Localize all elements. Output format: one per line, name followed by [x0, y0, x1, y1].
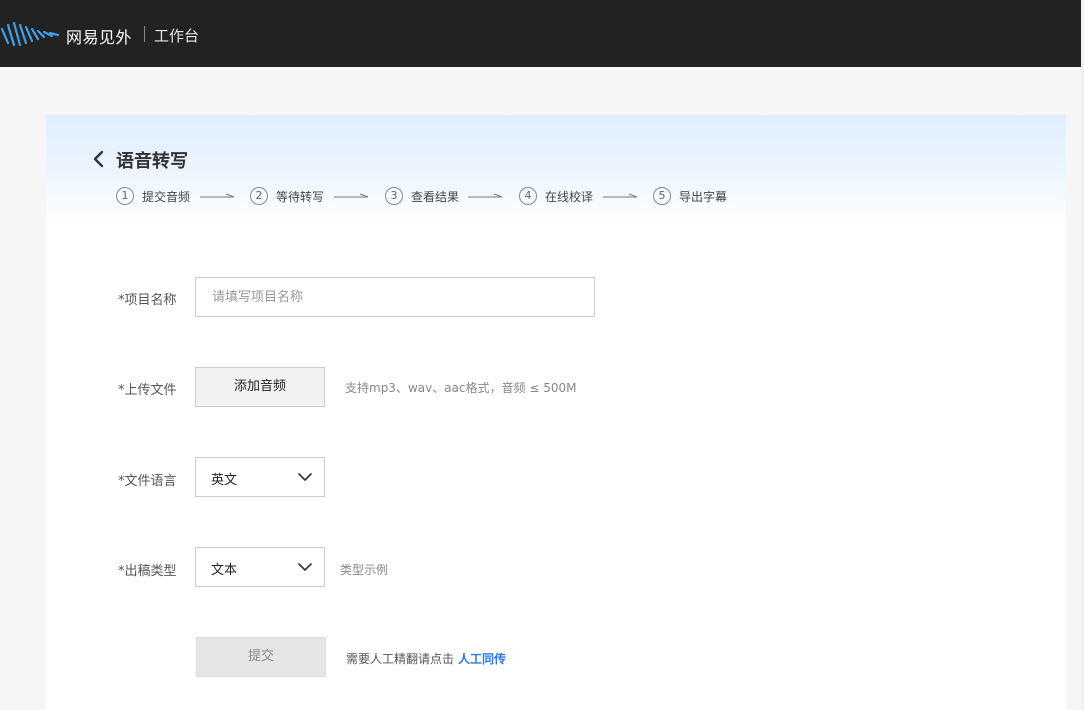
step-label: 等待转写 — [276, 190, 325, 204]
step-arrow-icon — [468, 193, 503, 198]
language-select[interactable]: 英文 — [195, 457, 325, 497]
chevron-down-icon — [298, 563, 312, 571]
step-label: 导出字幕 — [679, 190, 728, 204]
chevron-down-icon — [298, 473, 312, 481]
step-arrow-icon — [334, 193, 369, 198]
main-panel: 语音转写 1 提交音频 2 等待转写 3 查看结果 4 在线校译 5 导出字幕 … — [46, 115, 1066, 710]
step-number: 3 — [385, 187, 403, 205]
project-name-input[interactable] — [195, 277, 595, 317]
brand-name[interactable]: 网易见外 — [66, 24, 132, 48]
step-number: 2 — [250, 187, 268, 205]
back-arrow-icon[interactable] — [90, 149, 106, 169]
output-type-label: *出稿类型 — [118, 564, 177, 579]
wave-logo-icon[interactable] — [0, 19, 60, 49]
brand-divider — [144, 26, 145, 42]
human-interpretation-link[interactable]: 人工同传 — [458, 652, 506, 666]
step-label: 在线校译 — [545, 190, 594, 204]
top-navigation-bar: 网易见外 工作台 — [0, 0, 1081, 67]
output-type-select-value: 文本 — [211, 563, 238, 578]
upload-format-hint: 支持mp3、wav、aac格式，音频 ≤ 500M — [345, 381, 577, 395]
add-audio-button[interactable]: 添加音频 — [195, 367, 325, 407]
upload-file-label: *上传文件 — [118, 383, 177, 398]
project-name-label: *项目名称 — [118, 293, 177, 308]
submit-button[interactable]: 提交 — [196, 637, 326, 677]
step-number: 5 — [653, 187, 671, 205]
type-example-link[interactable]: 类型示例 — [340, 561, 388, 578]
submit-note-text: 需要人工精翻请点击 — [346, 652, 455, 666]
step-number: 1 — [116, 187, 134, 205]
output-type-select[interactable]: 文本 — [195, 547, 325, 587]
language-select-value: 英文 — [211, 473, 238, 488]
step-label: 查看结果 — [411, 190, 460, 204]
page-title: 语音转写 — [116, 151, 188, 172]
step-number: 4 — [519, 187, 537, 205]
workspace-link[interactable]: 工作台 — [154, 25, 199, 46]
file-language-label: *文件语言 — [118, 474, 177, 489]
step-arrow-icon — [200, 193, 235, 198]
step-label: 提交音频 — [142, 190, 191, 204]
submit-note: 需要人工精翻请点击 人工同传 — [346, 650, 506, 667]
step-arrow-icon — [603, 193, 638, 198]
panel-header: 语音转写 1 提交音频 2 等待转写 3 查看结果 4 在线校译 5 导出字幕 — [46, 115, 1066, 227]
